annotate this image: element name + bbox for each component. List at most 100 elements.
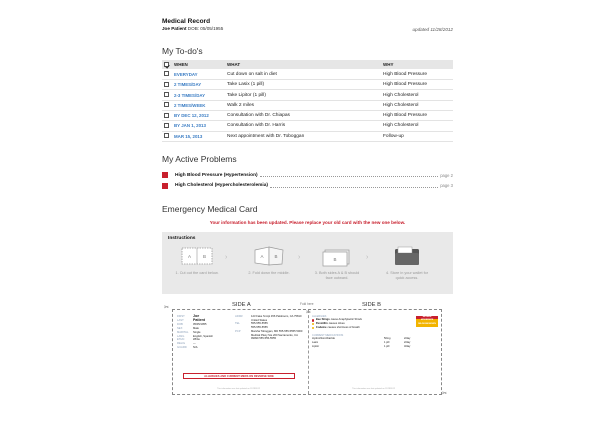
checkmark-icon bbox=[164, 62, 169, 68]
svg-text:A: A bbox=[260, 254, 263, 259]
next-arrow-icon: › bbox=[366, 253, 369, 261]
todo-why: Follow-up bbox=[383, 131, 453, 142]
next-arrow-icon: › bbox=[298, 253, 301, 261]
card-field: GUARD N/A bbox=[177, 346, 233, 350]
problem-item[interactable]: High Cholesterol (Hypercholesterolemia) p… bbox=[162, 180, 453, 191]
todo-what: Take Lasix (1 pill) bbox=[227, 79, 383, 91]
todo-checkbox[interactable] bbox=[162, 69, 174, 81]
problem-marker-icon bbox=[162, 182, 168, 189]
todo-why: High Cholesterol bbox=[383, 120, 453, 132]
todo-what: Consultation with Dr. Chiapas bbox=[227, 110, 383, 122]
todo-checkbox[interactable] bbox=[162, 131, 174, 142]
severity-dot-icon bbox=[312, 323, 315, 326]
card-field-key: GUARD bbox=[177, 346, 187, 350]
med-name: Lipitor bbox=[312, 344, 320, 348]
leader-dots bbox=[270, 184, 439, 188]
todo-why: High Blood Pressure bbox=[383, 79, 453, 91]
todo-row: 2 TIMES/WEEK Walk 2 miles High Cholesterol bbox=[162, 100, 453, 112]
step-3-caption: 3. Both sides A & B should face outward. bbox=[314, 270, 360, 280]
svg-text:B: B bbox=[274, 254, 277, 259]
fold-card-icon: A B bbox=[254, 246, 284, 266]
problem-page-link[interactable]: page 2 bbox=[440, 173, 453, 178]
allergy-item: Codeine causes shortness of breath bbox=[312, 326, 439, 330]
problem-item[interactable]: High Blood Pressure (Hypertension) page 2 bbox=[162, 170, 453, 181]
severity-dot-icon bbox=[312, 326, 315, 330]
pcp-value: Marsha Toboggan, MD 555-555-5555 5000 Me… bbox=[251, 329, 303, 341]
todo-section-title: My To-do's bbox=[162, 46, 203, 56]
cut-card-icon: A B bbox=[181, 247, 213, 265]
patient-line: Joe Patient DOB: 05/05/1955 bbox=[162, 26, 453, 31]
printed-note: This information was last updated on 11/… bbox=[217, 387, 260, 390]
emergency-card-cutout: ✂ SIDE A Fold here SIDE B ✂ ✂ FIRST Joe LA… bbox=[162, 301, 453, 397]
todo-when: EVERYDAY bbox=[174, 69, 227, 81]
todo-row: EVERYDAY Cut down on salt in diet High Blo… bbox=[162, 69, 453, 81]
problem-name: High Blood Pressure (Hypertension) bbox=[175, 172, 258, 178]
svg-text:A: A bbox=[188, 254, 191, 259]
card-side-a: FIRST Joe LAST Patient DOB 05/05/1955 SEX Male M… bbox=[177, 314, 304, 391]
todo-when: MAR 15, 2013 bbox=[174, 131, 227, 142]
next-arrow-icon: › bbox=[225, 253, 228, 261]
med-frequency: 3/day bbox=[404, 344, 411, 348]
problems-list: High Blood Pressure (Hypertension) page 2… bbox=[162, 170, 453, 191]
todo-what: Cut down on salt in diet bbox=[227, 69, 383, 81]
meds-list: Hydrochlorothiazide 50mg 2/day Lasix 1 pill 2… bbox=[312, 337, 439, 349]
wallet-card: FIRST Joe LAST Patient DOB 05/05/1955 SEX Male M… bbox=[172, 308, 442, 395]
todo-table: WHEN WHAT WHY EVERYDAY Cut down on salt i… bbox=[162, 60, 453, 142]
wallet-icon bbox=[395, 246, 419, 265]
todo-when: 2-3 TIMES/DAY bbox=[174, 89, 227, 101]
todo-what: Take Lipitor (1 pill) bbox=[227, 89, 383, 101]
todo-when: 2 TIMES/DAY bbox=[174, 79, 227, 91]
pcp-key: PCP bbox=[235, 329, 241, 333]
when-column-header: WHEN bbox=[174, 62, 188, 68]
record-header: Medical Record Joe Patient DOB: 05/05/19… bbox=[162, 18, 453, 32]
scissors-icon: ✂ bbox=[442, 390, 448, 397]
todo-why: High Cholesterol bbox=[383, 89, 453, 101]
todo-row: MAR 15, 2013 Next appointment with Dr. To… bbox=[162, 131, 453, 142]
allergy-reaction: causes shortness of breath bbox=[327, 326, 360, 330]
problems-section-title: My Active Problems bbox=[162, 153, 237, 164]
todo-what: Consultation with Dr. Harris bbox=[227, 120, 383, 132]
checkbox-icon bbox=[164, 71, 169, 77]
problem-name: High Cholesterol (Hypercholesterolemia) bbox=[175, 183, 269, 189]
side-b-label: SIDE B bbox=[362, 301, 382, 308]
todo-checkbox[interactable] bbox=[162, 100, 174, 112]
what-column-header: WHAT bbox=[227, 62, 241, 68]
todo-when: BY DEC 12, 2012 bbox=[174, 110, 227, 122]
allergies-reverse-note: ALLERGIES AND CURRENT MEDS ON REVERSE SI… bbox=[183, 372, 295, 379]
patient-fields: FIRST Joe LAST Patient DOB 05/05/1955 SEX Male M… bbox=[177, 314, 233, 350]
problem-page-link[interactable]: page 3 bbox=[440, 183, 453, 188]
todo-checkbox[interactable] bbox=[162, 89, 174, 101]
printed-note: This information was last updated on 11/… bbox=[352, 387, 395, 390]
instructions-title: Instructions bbox=[168, 235, 196, 241]
todo-checkbox[interactable] bbox=[162, 110, 174, 122]
fold-here-label: Fold here bbox=[300, 301, 314, 306]
contact-fields: ADDR 123 Fake St Apt 456 Paloboom, CA 758… bbox=[235, 315, 303, 341]
card-side-b: SEVERE MODERATE MILD/UNKNOWN ALLERGIES Bee… bbox=[312, 315, 439, 391]
todo-checkbox[interactable] bbox=[162, 120, 174, 132]
todo-row: 2-3 TIMES/DAY Take Lipitor (1 pill) High C… bbox=[162, 89, 453, 101]
scissors-icon: ✂ bbox=[164, 304, 170, 311]
severity-level: MILD/UNKNOWN bbox=[416, 323, 438, 327]
svg-text:B: B bbox=[203, 254, 206, 259]
todo-why: High Cholesterol bbox=[383, 100, 453, 112]
todo-what: Walk 2 miles bbox=[227, 100, 383, 112]
update-alert: Your information has been updated. Pleas… bbox=[209, 219, 406, 225]
checkbox-icon bbox=[164, 81, 169, 87]
card-field-value: N/A bbox=[193, 346, 198, 350]
step-1-caption: 1. Cut out the card below. bbox=[175, 270, 219, 275]
todo-checkbox[interactable] bbox=[162, 79, 174, 91]
severity-legend: SEVERE MODERATE MILD/UNKNOWN bbox=[416, 315, 438, 327]
select-all-checkbox[interactable] bbox=[162, 60, 174, 69]
todo-when: BY JAN 1, 2013 bbox=[174, 120, 227, 132]
record-title: Medical Record bbox=[162, 18, 211, 25]
step-cut: A B 1. Cut out the card below. bbox=[174, 244, 220, 276]
patient-name: Joe Patient bbox=[162, 26, 187, 31]
side-a-label: SIDE A bbox=[232, 301, 251, 308]
medication-row: Lipitor 1 pill 3/day bbox=[312, 345, 439, 349]
checkbox-icon bbox=[164, 102, 169, 108]
problem-marker-icon bbox=[162, 172, 168, 179]
checkbox-icon bbox=[164, 92, 169, 98]
leader-dots bbox=[259, 173, 439, 178]
step-2-caption: 2. Fold down the middle. bbox=[248, 270, 290, 275]
fold-line bbox=[308, 309, 309, 394]
